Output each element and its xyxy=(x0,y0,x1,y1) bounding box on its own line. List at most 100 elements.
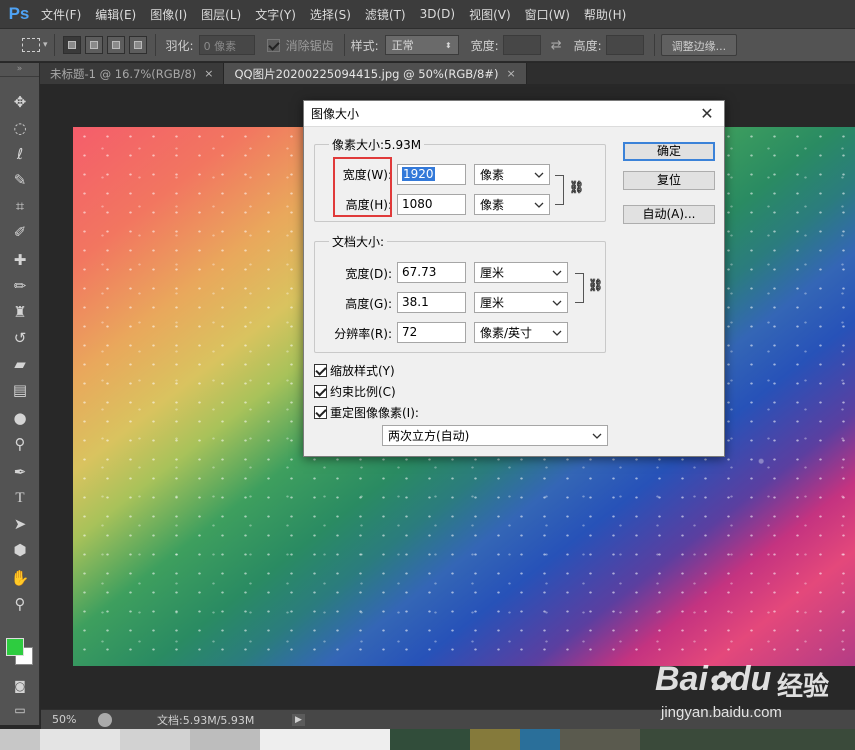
resolution-input[interactable]: 72 xyxy=(397,322,466,343)
screen-mode-icon[interactable]: ▭ xyxy=(8,699,32,721)
marquee-tool-icon[interactable]: ◌ xyxy=(8,117,32,139)
new-selection-button[interactable] xyxy=(62,36,81,54)
constrain-bracket xyxy=(555,175,564,205)
constrain-proportions-row[interactable]: 约束比例(C) xyxy=(314,383,396,400)
info-icon[interactable] xyxy=(98,712,112,727)
path-select-tool-icon[interactable]: ➤ xyxy=(8,513,32,535)
healing-brush-tool-icon[interactable]: ✚ xyxy=(8,249,32,271)
doc-height-input[interactable]: 38.1 xyxy=(397,292,466,313)
gradient-tool-icon[interactable]: ▤ xyxy=(8,379,32,401)
tab-qq-image[interactable]: QQ图片20200225094415.jpg @ 50%(RGB/8#) × xyxy=(224,63,527,84)
menu-bar: Ps 文件(F) 编辑(E) 图像(I) 图层(L) 文字(Y) 选择(S) 滤… xyxy=(0,0,855,28)
foreground-color-swatch[interactable] xyxy=(6,638,24,656)
pen-tool-icon[interactable]: ✒ xyxy=(8,461,32,483)
options-bar: ▾ 羽化: 0 像素 消除锯齿 样式: 正常 ⬍ 宽度: ⇄ 高度: 调整边缘.… xyxy=(0,28,855,62)
refine-edge-button[interactable]: 调整边缘... xyxy=(660,34,738,56)
zoom-tool-icon[interactable]: ⚲ xyxy=(8,593,32,615)
history-brush-tool-icon[interactable]: ↺ xyxy=(8,327,32,349)
width-input[interactable] xyxy=(502,35,541,55)
menu-window[interactable]: 窗口(W) xyxy=(518,6,577,23)
eraser-tool-icon[interactable]: ▰ xyxy=(8,353,32,375)
height-input[interactable] xyxy=(605,35,644,55)
close-icon[interactable]: × xyxy=(204,67,213,80)
pixel-width-input[interactable]: 1920 xyxy=(397,164,466,185)
blur-tool-icon[interactable]: ● xyxy=(8,407,32,429)
hand-tool-icon[interactable]: ✋ xyxy=(8,567,32,589)
dialog-title-bar[interactable]: 图像大小 ✕ xyxy=(304,101,724,127)
dropdown-arrows-icon: ⬍ xyxy=(444,40,452,50)
type-tool-icon[interactable]: T xyxy=(8,487,32,509)
clone-stamp-tool-icon[interactable]: ♜ xyxy=(8,301,32,323)
menu-edit[interactable]: 编辑(E) xyxy=(88,6,143,23)
resolution-unit-select[interactable]: 像素/英寸 xyxy=(474,322,568,343)
quick-select-tool-icon[interactable]: ✎ xyxy=(8,169,32,191)
resample-checkbox[interactable] xyxy=(314,406,327,419)
pixel-width-unit-select[interactable]: 像素 xyxy=(474,164,550,185)
menu-help[interactable]: 帮助(H) xyxy=(577,6,633,23)
feather-input[interactable]: 0 像素 xyxy=(198,35,255,55)
tab-label: QQ图片20200225094415.jpg @ 50%(RGB/8#) xyxy=(234,66,499,81)
chevron-down-icon xyxy=(552,330,562,336)
options-separator xyxy=(343,34,345,56)
quick-mask-icon[interactable]: ◙ xyxy=(8,675,32,697)
menu-file[interactable]: 文件(F) xyxy=(34,6,88,23)
status-menu-arrow-icon[interactable]: ▶ xyxy=(292,713,305,726)
menu-view[interactable]: 视图(V) xyxy=(462,6,518,23)
auto-button[interactable]: 自动(A)... xyxy=(623,205,715,224)
close-icon[interactable]: × xyxy=(506,67,515,80)
antialias-checkbox[interactable] xyxy=(266,38,280,52)
doc-width-input[interactable]: 67.73 xyxy=(397,262,466,283)
intersect-selection-button[interactable] xyxy=(128,36,147,54)
menu-filter[interactable]: 滤镜(T) xyxy=(358,6,413,23)
swap-icon[interactable]: ⇄ xyxy=(551,38,562,53)
close-icon[interactable]: ✕ xyxy=(696,104,718,123)
brush-tool-icon[interactable]: ✏ xyxy=(8,275,32,297)
link-chain-icon: ⛓ xyxy=(569,180,585,194)
tab-label: 未标题-1 @ 16.7%(RGB/8) xyxy=(50,66,197,81)
menu-type[interactable]: 文字(Y) xyxy=(248,6,303,23)
ok-button[interactable]: 确定 xyxy=(623,142,715,161)
marquee-tool-icon[interactable] xyxy=(22,38,40,52)
crop-tool-icon[interactable]: ⌗ xyxy=(8,195,32,217)
move-tool-icon[interactable]: ✥ xyxy=(8,91,32,113)
add-selection-button[interactable] xyxy=(84,36,103,54)
resample-method: 两次立方(自动) xyxy=(388,429,470,443)
resample-row[interactable]: 重定图像像素(I): xyxy=(314,404,419,421)
menu-layer[interactable]: 图层(L) xyxy=(194,6,248,23)
toolbox-grip-icon[interactable]: » xyxy=(0,63,39,77)
shape-tool-icon[interactable]: ⬢ xyxy=(8,539,32,561)
doc-width-unit-select[interactable]: 厘米 xyxy=(474,262,568,283)
chevron-down-icon xyxy=(552,300,562,306)
pixel-dimensions-legend: 像素大小:5.93M xyxy=(329,136,425,153)
dialog-title: 图像大小 xyxy=(311,107,360,121)
constrain-proportions-checkbox[interactable] xyxy=(314,385,327,398)
subtract-selection-button[interactable] xyxy=(106,36,125,54)
pixel-height-unit: 像素 xyxy=(480,198,505,212)
style-label: 样式: xyxy=(350,38,379,53)
pixel-height-unit-select[interactable]: 像素 xyxy=(474,194,550,215)
scale-styles-checkbox[interactable] xyxy=(314,364,327,377)
tab-untitled[interactable]: 未标题-1 @ 16.7%(RGB/8) × xyxy=(40,63,225,84)
dodge-tool-icon[interactable]: ⚲ xyxy=(8,433,32,455)
toolbox: » ✥ ◌ ℓ ✎ ⌗ ✐ ✚ ✏ ♜ ↺ ▰ ▤ ● ⚲ ✒ T ➤ ⬢ ✋ … xyxy=(0,63,40,725)
eyedropper-tool-icon[interactable]: ✐ xyxy=(8,221,32,243)
bottom-strip xyxy=(0,729,855,750)
options-separator xyxy=(53,34,55,56)
photoshop-logo: Ps xyxy=(8,4,30,23)
scale-styles-label: 缩放样式(Y) xyxy=(330,364,395,378)
lasso-tool-icon[interactable]: ℓ xyxy=(8,143,32,165)
style-dropdown[interactable]: 正常 ⬍ xyxy=(384,35,459,55)
zoom-level[interactable]: 50% xyxy=(52,713,90,726)
tool-preset-chevron-icon[interactable]: ▾ xyxy=(43,40,48,50)
doc-height-unit-select[interactable]: 厘米 xyxy=(474,292,568,313)
menu-image[interactable]: 图像(I) xyxy=(143,6,194,23)
watermark-cn: 经验 xyxy=(777,672,830,702)
resample-label: 重定图像像素(I): xyxy=(330,406,419,420)
menu-3d[interactable]: 3D(D) xyxy=(413,7,462,21)
pixel-height-input[interactable]: 1080 xyxy=(397,194,466,215)
reset-button[interactable]: 复位 xyxy=(623,171,715,190)
resample-method-select[interactable]: 两次立方(自动) xyxy=(382,425,608,446)
menu-select[interactable]: 选择(S) xyxy=(303,6,358,23)
scale-styles-row[interactable]: 缩放样式(Y) xyxy=(314,362,395,379)
feather-label: 羽化: xyxy=(165,38,194,53)
